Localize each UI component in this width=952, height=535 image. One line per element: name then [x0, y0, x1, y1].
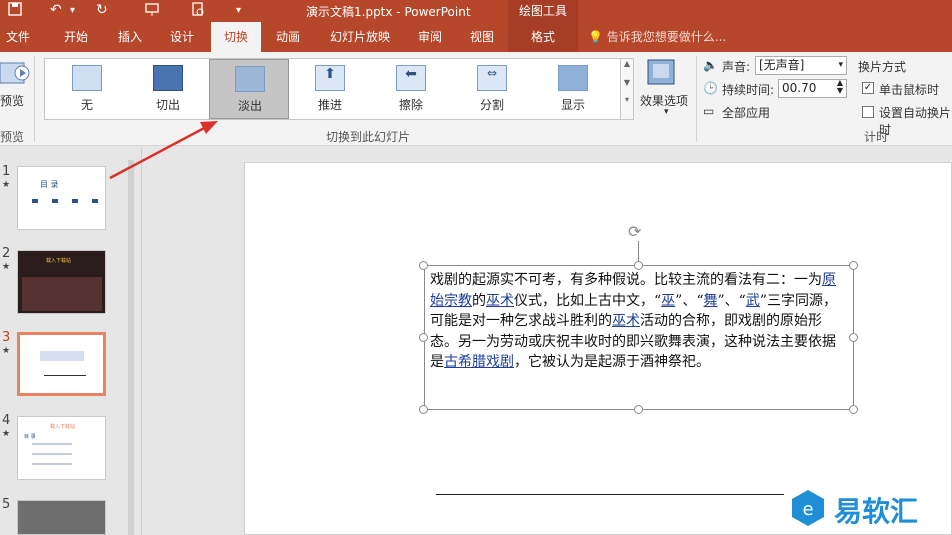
svg-text:e: e — [802, 499, 813, 520]
watermark-text: 易软汇 — [834, 495, 919, 528]
watermark-logo-icon: e — [792, 490, 824, 526]
annotation-arrows — [109, 121, 218, 180]
